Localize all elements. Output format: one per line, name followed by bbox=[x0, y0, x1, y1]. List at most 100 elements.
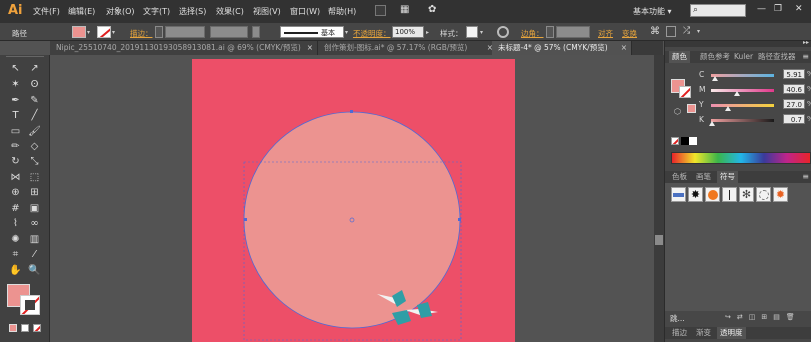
opacity-label[interactable]: 不透明度： bbox=[353, 28, 391, 39]
yellow-value[interactable]: 27.0 bbox=[783, 99, 805, 109]
magenta-value[interactable]: 40.6 bbox=[783, 84, 805, 94]
black-slider-thumb[interactable] bbox=[708, 121, 715, 126]
pen-tool-icon[interactable]: ✒ bbox=[9, 95, 22, 107]
menu-help[interactable]: 帮助(H) bbox=[328, 6, 356, 17]
symbol-swatch[interactable]: ✻ bbox=[739, 187, 754, 202]
anchor-handle[interactable] bbox=[458, 218, 461, 221]
canvas-area[interactable] bbox=[50, 55, 654, 342]
white-color-button[interactable] bbox=[689, 137, 697, 145]
zoom-tool-icon[interactable]: 🔍 bbox=[28, 265, 41, 277]
color-spectrum-bar[interactable] bbox=[671, 152, 811, 164]
close-icon[interactable]: × bbox=[307, 41, 313, 55]
perspective-grid-tool-icon[interactable]: ⊞ bbox=[28, 187, 41, 199]
tab-color-guide[interactable]: 颜色参考 bbox=[697, 51, 733, 63]
type-tool-icon[interactable]: T bbox=[9, 110, 22, 122]
close-button[interactable]: ✕ bbox=[795, 4, 803, 14]
tab-color[interactable]: 颜色 bbox=[669, 51, 690, 63]
stroke-none-swatch[interactable] bbox=[97, 26, 111, 38]
menu-edit[interactable]: 编辑(E) bbox=[68, 6, 95, 17]
align-link[interactable]: 对齐 bbox=[598, 28, 613, 39]
shuffle-icon[interactable]: ⤮ bbox=[683, 26, 690, 36]
stroke-color-box[interactable] bbox=[20, 295, 40, 315]
gpu-performance-icon[interactable]: ✿ bbox=[428, 4, 436, 15]
scale-tool-icon[interactable]: ⤡ bbox=[28, 156, 41, 168]
recolor-artwork-icon[interactable] bbox=[497, 26, 509, 38]
lasso-tool-icon[interactable]: ʘ bbox=[28, 79, 41, 91]
magic-wand-tool-icon[interactable]: ✶ bbox=[9, 79, 22, 91]
menu-effect[interactable]: 效果(C) bbox=[216, 6, 244, 17]
stroke-weight-field[interactable] bbox=[165, 26, 205, 38]
symbol-libraries-label[interactable]: 跳... bbox=[670, 313, 685, 324]
scrollbar-thumb[interactable] bbox=[655, 235, 663, 245]
curvature-tool-icon[interactable]: ✎ bbox=[28, 95, 41, 107]
artboard[interactable] bbox=[192, 59, 515, 342]
panel-grip[interactable] bbox=[6, 56, 44, 60]
none-color-button[interactable] bbox=[671, 137, 679, 145]
cyan-value[interactable]: 5.91 bbox=[783, 69, 805, 79]
stroke-weight-stepper[interactable] bbox=[155, 26, 163, 38]
mesh-tool-icon[interactable]: # bbox=[9, 203, 22, 215]
chevron-down-icon[interactable]: ▾ bbox=[480, 29, 483, 36]
menu-file[interactable]: 文件(F) bbox=[33, 6, 60, 17]
line-segment-tool-icon[interactable]: ╱ bbox=[28, 110, 41, 122]
width-tool-icon[interactable]: ⋈ bbox=[9, 172, 22, 184]
cyan-slider[interactable] bbox=[711, 74, 774, 77]
symbol-swatch[interactable] bbox=[722, 187, 737, 202]
black-slider[interactable] bbox=[711, 119, 774, 122]
direct-selection-tool-icon[interactable]: ↗ bbox=[28, 63, 41, 75]
free-transform-tool-icon[interactable]: ⬚ bbox=[28, 172, 41, 184]
workspace-switcher[interactable]: 基本功能 ▾ bbox=[633, 6, 672, 17]
symbol-swatch[interactable]: ✸ bbox=[688, 187, 703, 202]
chevron-down-icon[interactable]: ▾ bbox=[112, 29, 115, 36]
tab-stroke[interactable]: 描边 bbox=[669, 327, 690, 339]
menu-select[interactable]: 选择(S) bbox=[179, 6, 206, 17]
isolate-icon[interactable]: ⌘ bbox=[650, 26, 660, 37]
none-mode-button[interactable] bbox=[33, 324, 41, 332]
selection-tool-icon[interactable]: ↖ bbox=[9, 63, 22, 75]
arrange-documents-icon[interactable]: ▦ bbox=[400, 4, 414, 16]
bridge-icon[interactable] bbox=[375, 5, 386, 16]
transform-link[interactable]: 变换 bbox=[622, 28, 637, 39]
circle-shape[interactable] bbox=[244, 112, 460, 328]
column-graph-tool-icon[interactable]: ▥ bbox=[28, 234, 41, 246]
black-color-button[interactable] bbox=[681, 137, 689, 145]
tab-document-nipic[interactable]: Nipic_25510740_20191130193058913081.ai @… bbox=[50, 41, 318, 55]
brush-definition-dropdown[interactable]: 基本 bbox=[280, 26, 344, 38]
gradient-tool-icon[interactable]: ▣ bbox=[28, 203, 41, 215]
symbol-swatch[interactable] bbox=[705, 187, 720, 202]
opacity-input[interactable]: 100% bbox=[392, 26, 424, 38]
variable-width-field[interactable] bbox=[210, 26, 248, 38]
paintbrush-tool-icon[interactable]: 🖌 bbox=[28, 126, 41, 138]
blend-tool-icon[interactable]: ∞ bbox=[28, 218, 41, 230]
gradient-mode-button[interactable] bbox=[21, 324, 29, 332]
corner-radius-stepper[interactable] bbox=[546, 26, 554, 38]
yellow-slider[interactable] bbox=[711, 104, 774, 107]
artboard-tool-icon[interactable]: ⌗ bbox=[9, 249, 22, 261]
color-mode-button[interactable] bbox=[9, 324, 17, 332]
minimize-button[interactable]: — bbox=[757, 4, 766, 14]
out-of-gamut-icon[interactable]: ⬡ bbox=[674, 107, 681, 116]
menu-view[interactable]: 视图(V) bbox=[253, 6, 281, 17]
magenta-slider[interactable] bbox=[711, 89, 774, 92]
menu-window[interactable]: 窗口(W) bbox=[290, 6, 320, 17]
symbol-sprayer-tool-icon[interactable]: ✺ bbox=[9, 234, 22, 246]
menu-type[interactable]: 文字(T) bbox=[143, 6, 170, 17]
stroke-label[interactable]: 描边： bbox=[130, 28, 153, 39]
chevron-down-icon[interactable]: ▾ bbox=[697, 28, 700, 35]
anchor-handle[interactable] bbox=[244, 218, 247, 221]
gamut-color-swatch[interactable] bbox=[687, 104, 696, 113]
chevron-down-icon[interactable] bbox=[252, 26, 260, 38]
tab-document-icons[interactable]: 创作策划-图标.ai* @ 57.17% (RGB/预览) × bbox=[318, 41, 498, 55]
tab-symbols[interactable]: 符号 bbox=[717, 171, 738, 183]
pencil-tool-icon[interactable]: ✏ bbox=[9, 141, 22, 153]
magenta-slider-thumb[interactable] bbox=[733, 91, 740, 96]
hand-tool-icon[interactable]: ✋ bbox=[9, 265, 22, 277]
panel-menu-icon[interactable]: ≡ bbox=[802, 172, 809, 181]
eyedropper-tool-icon[interactable]: ⌇ bbox=[9, 218, 22, 230]
tab-document-untitled[interactable]: 未标题-4* @ 57% (CMYK/预览) × bbox=[492, 41, 632, 55]
eraser-tool-icon[interactable]: ◇ bbox=[28, 141, 41, 153]
cyan-slider-thumb[interactable] bbox=[711, 76, 718, 81]
stroke-none-swatch[interactable] bbox=[679, 86, 691, 98]
tab-kuler[interactable]: Kuler bbox=[731, 51, 756, 63]
anchor-handle[interactable] bbox=[350, 110, 353, 113]
